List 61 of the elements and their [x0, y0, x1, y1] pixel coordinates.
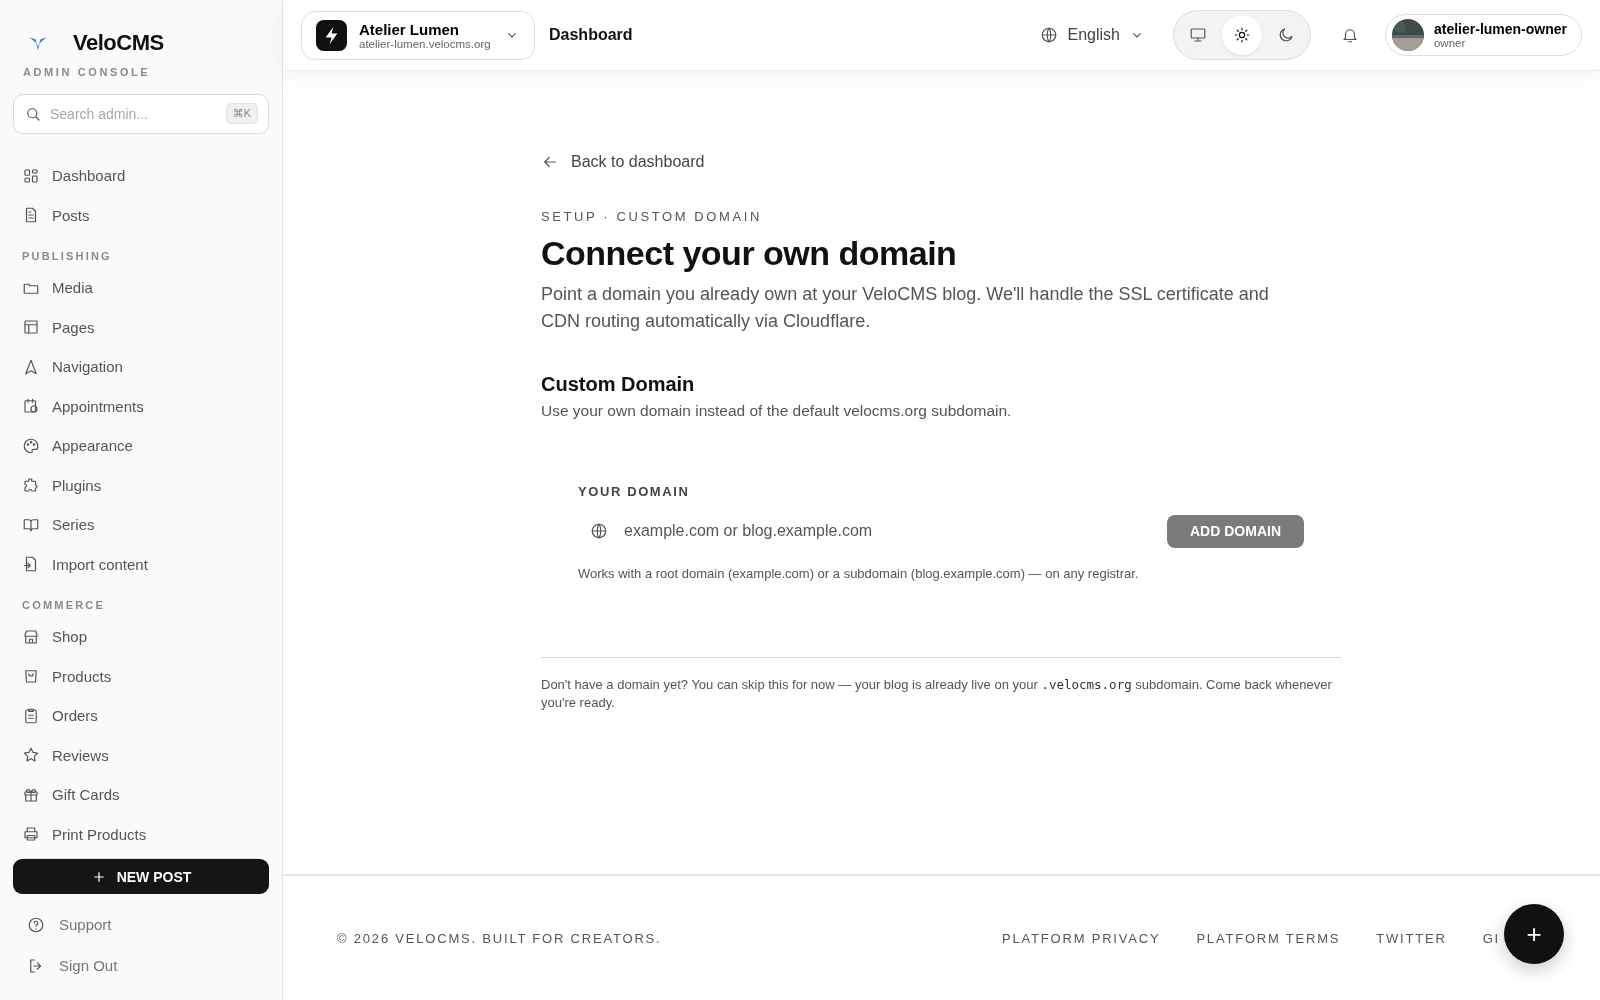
logo: VeloCMS — [73, 30, 164, 56]
section-heading: PUBLISHING — [22, 250, 113, 262]
sidebar-item[interactable]: Dashboard — [13, 156, 269, 196]
domain-field[interactable]: example.com or blog.example.com — [622, 521, 1155, 541]
nav-icon — [22, 476, 40, 495]
console-label: ADMIN CONSOLE — [23, 66, 152, 78]
footer-link[interactable]: TWITTER — [1376, 930, 1447, 946]
sidebar-item[interactable]: Orders — [13, 696, 269, 736]
footer-link[interactable]: PLATFORM PRIVACY — [1002, 930, 1161, 946]
nav-icon — [22, 825, 40, 844]
sidebar-link[interactable]: Support — [13, 904, 269, 945]
shortcut-key: ⌘K — [225, 103, 258, 124]
sidebar-item[interactable]: Products — [13, 656, 269, 696]
page-heading: Connect your own domain — [541, 234, 958, 273]
sidebar-link[interactable]: Sign Out — [13, 945, 269, 986]
hint-text: Works with a root domain (example.com) or a subdomain (blog.example.com) — on any registrar. — [578, 566, 1140, 581]
globe-icon — [1040, 26, 1059, 44]
nav-icon — [22, 627, 40, 646]
nav-icon — [22, 397, 40, 416]
site-switcher[interactable]: Atelier Lumen atelier-lumen.velocms.org — [301, 10, 535, 60]
note-text: Don't have a domain yet? You can skip this for now — your blog is already live on your .velocms.org subdomain. Come back whenever you're ready. — [541, 676, 1333, 712]
footer-link[interactable]: GI — [1482, 930, 1500, 946]
language-select[interactable]: English — [1034, 25, 1151, 45]
user-menu[interactable]: atelier-lumen-owner owner — [1384, 14, 1582, 56]
add-fab[interactable]: + — [1504, 904, 1564, 964]
nav-icon — [22, 667, 40, 686]
bolt-icon — [316, 19, 347, 51]
back-link[interactable]: Back to dashboard — [541, 153, 1341, 171]
sidebar-item[interactable]: Media — [13, 268, 269, 308]
nav-icon — [22, 166, 40, 185]
nav-icon — [22, 357, 40, 376]
intro-text: Point a domain you already own at your VeloCMS blog. We'll handle the SSL certificate and CDN routing automatically via Cloudflare. — [541, 283, 1270, 333]
eyebrow: SETUP · CUSTOM DOMAIN — [541, 209, 763, 224]
nav-icon — [22, 318, 40, 337]
sidebar-item[interactable]: Navigation — [13, 347, 269, 387]
nav-icon — [22, 706, 40, 725]
sidebar-item[interactable]: Print Products — [13, 814, 269, 854]
sidebar-item[interactable]: Appearance — [13, 426, 269, 466]
sidebar-item[interactable]: Import content — [13, 544, 269, 584]
sun-icon[interactable] — [1221, 15, 1262, 55]
new-post-button[interactable]: NEW POST — [13, 859, 269, 894]
sidebar-item[interactable]: Plugins — [13, 465, 269, 505]
globe-icon — [590, 522, 608, 540]
sidebar-item[interactable]: Pages — [13, 307, 269, 347]
page-title: Dashboard — [549, 26, 633, 44]
field-label: YOUR DOMAIN — [578, 484, 691, 499]
sidebar-item[interactable]: Posts — [13, 195, 269, 235]
copyright: © 2026 VELOCMS. BUILT FOR CREATORS. — [337, 930, 662, 946]
link-icon — [27, 915, 45, 934]
bell-icon[interactable] — [1340, 26, 1359, 44]
nav-icon — [22, 436, 40, 455]
section-heading: COMMERCE — [22, 599, 106, 611]
sidebar-item[interactable]: Reviews — [13, 735, 269, 775]
search-icon — [24, 105, 42, 123]
sidebar-item[interactable]: Series — [13, 505, 269, 545]
footer-link[interactable]: PLATFORM TERMS — [1196, 930, 1341, 946]
sidebar-item[interactable]: Appointments — [13, 386, 269, 426]
section-subtitle: Use your own domain instead of the default velocms.org subdomain. — [541, 402, 1013, 420]
sidebar-item[interactable]: Shop — [13, 617, 269, 657]
sidebar-item[interactable]: Gift Cards — [13, 775, 269, 815]
section-title: Custom Domain — [541, 373, 696, 396]
